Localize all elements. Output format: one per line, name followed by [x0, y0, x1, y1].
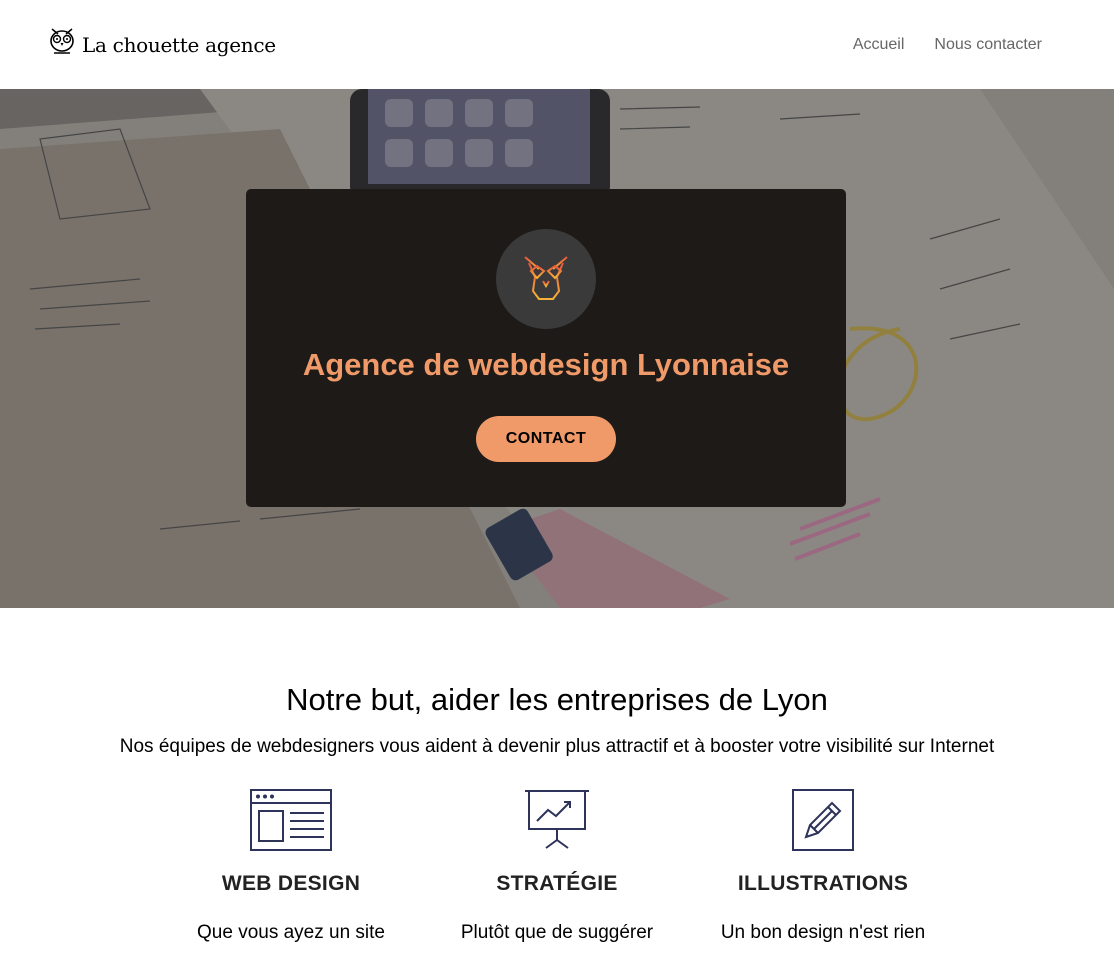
services-section: Notre but, aider les entreprises de Lyon…: [0, 608, 1114, 944]
logo-link[interactable]: La chouette agence: [48, 26, 276, 63]
hero-title: Agence de webdesign Lyonnaise: [302, 347, 790, 382]
hero-card: Agence de webdesign Lyonnaise CONTACT: [246, 189, 846, 507]
main-nav: Accueil Nous contacter: [853, 36, 1042, 54]
service-title-strategy: STRATÉGIE: [496, 872, 618, 895]
service-title-illustrations: ILLUSTRATIONS: [737, 872, 909, 895]
web-design-icon: [158, 788, 424, 852]
site-header: La chouette agence Accueil Nous contacte…: [0, 0, 1114, 89]
strategy-icon: [424, 788, 690, 852]
hero-section: Agence de webdesign Lyonnaise CONTACT: [0, 89, 1114, 608]
services-title: Notre but, aider les entreprises de Lyon: [286, 682, 828, 717]
contact-button[interactable]: CONTACT: [475, 416, 617, 462]
nav-link-accueil[interactable]: Accueil: [853, 36, 905, 54]
service-card-illustrations: ILLUSTRATIONS Un bon design n'est rien: [690, 788, 956, 944]
logo-text: La chouette agence: [82, 32, 276, 57]
service-card-strategy: STRATÉGIE Plutôt que de suggérer: [424, 788, 690, 944]
nav-link-contact[interactable]: Nous contacter: [934, 36, 1042, 54]
illustration-icon: [690, 788, 956, 852]
service-text-strategy: Plutôt que de suggérer: [460, 922, 654, 943]
owl-badge-icon: [496, 229, 596, 329]
services-list: WEB DESIGN Que vous ayez un site STRATÉG…: [0, 788, 1114, 944]
owl-logo-icon: [48, 26, 76, 63]
service-title-web-design: WEB DESIGN: [221, 872, 361, 895]
services-subtitle: Nos équipes de webdesigners vous aident …: [119, 736, 995, 757]
service-card-web-design: WEB DESIGN Que vous ayez un site: [158, 788, 424, 944]
service-text-web-design: Que vous ayez un site: [197, 922, 385, 943]
service-text-illustrations: Un bon design n'est rien: [720, 922, 926, 943]
